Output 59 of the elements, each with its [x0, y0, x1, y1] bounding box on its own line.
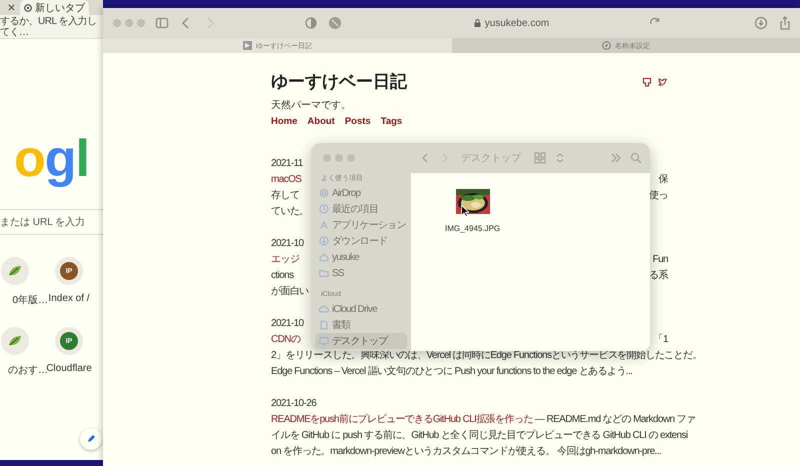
- nav-link[interactable]: About: [307, 115, 335, 129]
- bird-icon[interactable]: [658, 77, 668, 87]
- search-field[interactable]: または URL を入力: [0, 209, 103, 235]
- post-text: イルを GitHub に push する前に、GitHub と全く同じ見た目でプレビューできる GitHub CLI の extensi: [271, 428, 688, 442]
- post-text: 2021-10: [271, 318, 304, 328]
- blog-title[interactable]: ゆーすけベー日記: [271, 71, 407, 93]
- download-icon[interactable]: [754, 16, 768, 30]
- post-link[interactable]: READMEをpush前にプレビューできるGitHub CLI拡張を作った: [271, 412, 533, 426]
- post-link[interactable]: macOS: [271, 174, 302, 184]
- post-link[interactable]: エッジ: [271, 252, 300, 266]
- address-field[interactable]: するか、URL を入力してく…: [0, 15, 103, 39]
- lock-icon: [474, 19, 481, 27]
- post-text: 存して: [271, 189, 300, 202]
- window-title: デスクトップ: [461, 152, 521, 165]
- post-text: 2021-10-26: [271, 398, 316, 408]
- sidebar-icon: [319, 188, 329, 198]
- compass-icon: [602, 41, 611, 50]
- shortcut-label[interactable]: Index of /: [48, 293, 90, 304]
- post-text: on を作った。markdown-previewというカスタムコマンドが使える。 今回はgh-markdown-pre...: [271, 445, 662, 458]
- post-text: が面白い: [271, 285, 309, 298]
- shortcut-label[interactable]: Cloudflare: [46, 363, 92, 374]
- grid-icon[interactable]: [534, 152, 546, 164]
- post-text: 2021-11: [271, 158, 303, 168]
- post-text: — README.md などの Markdown ファ: [534, 413, 696, 426]
- post-text: Fun: [652, 254, 668, 264]
- nav-link[interactable]: Tags: [380, 115, 402, 129]
- sidebar-icon: [319, 236, 329, 246]
- nav-link[interactable]: Home: [271, 115, 298, 129]
- sidebar-icon: [319, 336, 329, 346]
- cursor-icon: [461, 205, 469, 217]
- chevrons-icon[interactable]: [610, 152, 622, 164]
- close-icon[interactable]: [8, 4, 15, 11]
- edit-button[interactable]: [80, 428, 102, 450]
- sidebar-icon: [319, 204, 329, 214]
- post-text: 保: [658, 173, 668, 186]
- post-text: 使っ: [649, 189, 668, 202]
- shortcut-label[interactable]: 0年版…: [12, 293, 48, 307]
- pencil-icon: [86, 434, 96, 444]
- post-text: る系: [649, 268, 668, 282]
- browser-tab[interactable]: 新しいタブ: [20, 0, 89, 15]
- tagline: 天然パーマです。: [271, 99, 352, 113]
- play-icon: [242, 41, 252, 50]
- share-icon[interactable]: [778, 16, 792, 30]
- post-text: ていた。: [271, 205, 309, 218]
- file-name[interactable]: IMG_4945.JPG: [445, 224, 500, 233]
- post-link[interactable]: CDNの: [271, 332, 300, 346]
- shortcut-label[interactable]: のおす…: [8, 363, 48, 377]
- post-text: 2021-10: [271, 238, 304, 248]
- sidebar-icon[interactable]: [155, 16, 169, 30]
- updown-icon[interactable]: [554, 152, 566, 164]
- post-text: Edge Functions – Vercel 謳い文句のひとつに Push your functions to the edge とあるよう...: [271, 364, 632, 378]
- half-circle-icon[interactable]: [304, 16, 318, 30]
- globe-icon: [24, 4, 32, 12]
- nav-link[interactable]: Posts: [344, 115, 371, 129]
- search-icon[interactable]: [630, 152, 642, 164]
- sidebar-item[interactable]: デスクトップ: [315, 333, 407, 349]
- post-text: 「1: [654, 332, 668, 346]
- sidebar-icon: [319, 220, 329, 230]
- post-text: ctions: [271, 270, 294, 280]
